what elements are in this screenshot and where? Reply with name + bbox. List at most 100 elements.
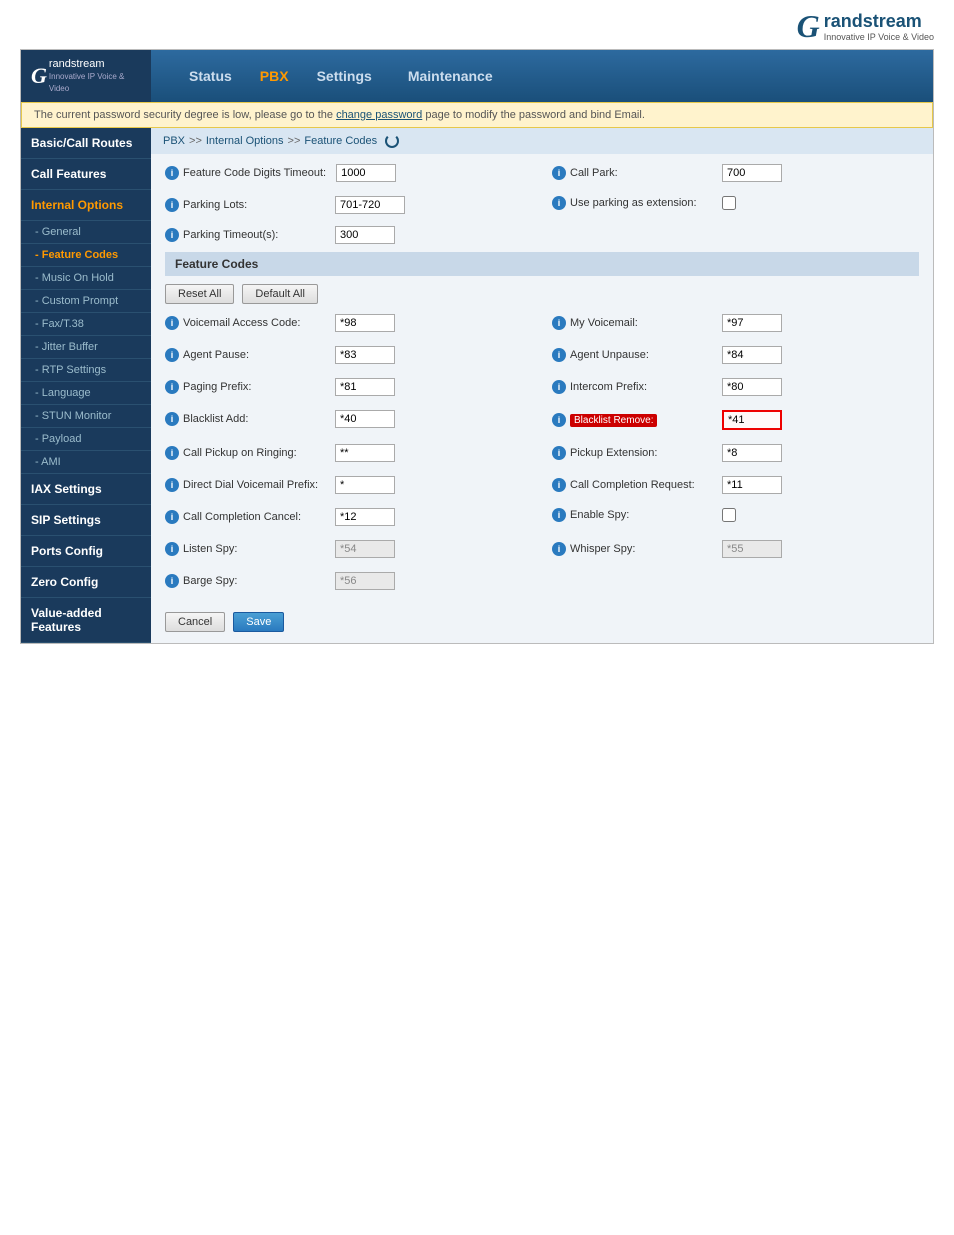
digits-timeout-input[interactable] bbox=[336, 164, 396, 182]
sidebar-item-language[interactable]: - Language bbox=[21, 382, 151, 405]
paging-prefix-input[interactable] bbox=[335, 378, 395, 396]
sidebar-item-call-features[interactable]: Call Features bbox=[21, 159, 151, 190]
alert-link[interactable]: change password bbox=[336, 109, 422, 121]
call-park-input[interactable] bbox=[722, 164, 782, 182]
agent-pause-label: Agent Pause: bbox=[183, 349, 249, 361]
tooltip-blacklist-remove[interactable]: i bbox=[552, 413, 566, 427]
intercom-prefix-label: Intercom Prefix: bbox=[570, 381, 647, 393]
sidebar-item-stun-monitor[interactable]: - STUN Monitor bbox=[21, 405, 151, 428]
sidebar: Basic/Call Routes Call Features Internal… bbox=[21, 128, 151, 643]
blacklist-remove-input[interactable] bbox=[722, 410, 782, 430]
direct-dial-voicemail-label: Direct Dial Voicemail Prefix: bbox=[183, 479, 318, 491]
sidebar-item-jitter-buffer[interactable]: - Jitter Buffer bbox=[21, 336, 151, 359]
agent-unpause-label: Agent Unpause: bbox=[570, 349, 649, 361]
my-voicemail-input[interactable] bbox=[722, 314, 782, 332]
tooltip-icon-use-parking[interactable]: i bbox=[552, 196, 566, 210]
call-completion-cancel-label: Call Completion Cancel: bbox=[183, 511, 301, 523]
breadcrumb: PBX >> Internal Options >> Feature Codes bbox=[151, 128, 933, 154]
alert-text2: page to modify the password and bind Ema… bbox=[425, 109, 645, 121]
tooltip-pickup-extension[interactable]: i bbox=[552, 446, 566, 460]
voicemail-access-input[interactable] bbox=[335, 314, 395, 332]
top-logo: G randstream Innovative IP Voice & Video bbox=[797, 8, 934, 45]
call-pickup-ringing-label: Call Pickup on Ringing: bbox=[183, 447, 297, 459]
sidebar-item-basic-call-routes[interactable]: Basic/Call Routes bbox=[21, 128, 151, 159]
tooltip-enable-spy[interactable]: i bbox=[552, 508, 566, 522]
tooltip-icon-parking-lots[interactable]: i bbox=[165, 198, 179, 212]
tooltip-icon-digits-timeout[interactable]: i bbox=[165, 166, 179, 180]
sidebar-item-fax-t38[interactable]: - Fax/T.38 bbox=[21, 313, 151, 336]
tooltip-my-voicemail[interactable]: i bbox=[552, 316, 566, 330]
sidebar-item-zero-config[interactable]: Zero Config bbox=[21, 567, 151, 598]
agent-pause-input[interactable] bbox=[335, 346, 395, 364]
tooltip-listen-spy[interactable]: i bbox=[165, 542, 179, 556]
nav-maintenance[interactable]: Maintenance bbox=[390, 54, 511, 98]
tooltip-call-pickup-ringing[interactable]: i bbox=[165, 446, 179, 460]
header-logo: G randstreamInnovative IP Voice & Video bbox=[21, 50, 151, 102]
header-logo-text: randstreamInnovative IP Voice & Video bbox=[49, 58, 141, 94]
default-all-button[interactable]: Default All bbox=[242, 284, 318, 304]
sidebar-item-general[interactable]: - General bbox=[21, 221, 151, 244]
tooltip-direct-dial-voicemail[interactable]: i bbox=[165, 478, 179, 492]
tooltip-agent-unpause[interactable]: i bbox=[552, 348, 566, 362]
sidebar-item-custom-prompt[interactable]: - Custom Prompt bbox=[21, 290, 151, 313]
blacklist-add-label: Blacklist Add: bbox=[183, 413, 248, 425]
call-completion-request-input[interactable] bbox=[722, 476, 782, 494]
tooltip-barge-spy[interactable]: i bbox=[165, 574, 179, 588]
tooltip-whisper-spy[interactable]: i bbox=[552, 542, 566, 556]
nav-status[interactable]: Status bbox=[171, 54, 250, 98]
call-pickup-ringing-input[interactable] bbox=[335, 444, 395, 462]
parking-timeout-input[interactable] bbox=[335, 226, 395, 244]
tooltip-paging-prefix[interactable]: i bbox=[165, 380, 179, 394]
nav-pbx[interactable]: PBX bbox=[250, 54, 299, 98]
whisper-spy-label: Whisper Spy: bbox=[570, 543, 635, 555]
tooltip-intercom-prefix[interactable]: i bbox=[552, 380, 566, 394]
digits-timeout-label: Feature Code Digits Timeout: bbox=[183, 167, 326, 179]
call-park-label: Call Park: bbox=[570, 167, 618, 179]
sidebar-item-ports-config[interactable]: Ports Config bbox=[21, 536, 151, 567]
barge-spy-input[interactable] bbox=[335, 572, 395, 590]
tooltip-call-completion-request[interactable]: i bbox=[552, 478, 566, 492]
sidebar-item-internal-options[interactable]: Internal Options bbox=[21, 190, 151, 221]
whisper-spy-input[interactable] bbox=[722, 540, 782, 558]
parking-lots-input[interactable] bbox=[335, 196, 405, 214]
listen-spy-input[interactable] bbox=[335, 540, 395, 558]
tooltip-agent-pause[interactable]: i bbox=[165, 348, 179, 362]
sidebar-item-value-added-features[interactable]: Value-added Features bbox=[21, 598, 151, 643]
sidebar-item-rtp-settings[interactable]: - RTP Settings bbox=[21, 359, 151, 382]
sidebar-item-sip-settings[interactable]: SIP Settings bbox=[21, 505, 151, 536]
intercom-prefix-input[interactable] bbox=[722, 378, 782, 396]
tooltip-icon-parking-timeout[interactable]: i bbox=[165, 228, 179, 242]
nav-settings[interactable]: Settings bbox=[299, 54, 390, 98]
sidebar-item-music-on-hold[interactable]: - Music On Hold bbox=[21, 267, 151, 290]
main-panel: PBX >> Internal Options >> Feature Codes… bbox=[151, 128, 933, 643]
call-completion-request-label: Call Completion Request: bbox=[570, 479, 695, 491]
breadcrumb-internal-options[interactable]: Internal Options bbox=[206, 135, 284, 147]
direct-dial-voicemail-input[interactable] bbox=[335, 476, 395, 494]
header-nav: G randstreamInnovative IP Voice & Video … bbox=[21, 50, 933, 102]
sidebar-item-feature-codes[interactable]: - Feature Codes bbox=[21, 244, 151, 267]
refresh-icon[interactable] bbox=[385, 134, 399, 148]
paging-prefix-label: Paging Prefix: bbox=[183, 381, 251, 393]
blacklist-add-input[interactable] bbox=[335, 410, 395, 428]
use-parking-checkbox[interactable] bbox=[722, 196, 736, 210]
agent-unpause-input[interactable] bbox=[722, 346, 782, 364]
sidebar-item-ami[interactable]: - AMI bbox=[21, 451, 151, 474]
sidebar-item-iax-settings[interactable]: IAX Settings bbox=[21, 474, 151, 505]
save-button[interactable]: Save bbox=[233, 612, 284, 632]
pickup-extension-input[interactable] bbox=[722, 444, 782, 462]
call-completion-cancel-input[interactable] bbox=[335, 508, 395, 526]
sidebar-item-payload[interactable]: - Payload bbox=[21, 428, 151, 451]
tooltip-call-completion-cancel[interactable]: i bbox=[165, 510, 179, 524]
pickup-extension-label: Pickup Extension: bbox=[570, 447, 657, 459]
tooltip-voicemail-access[interactable]: i bbox=[165, 316, 179, 330]
use-parking-label: Use parking as extension: bbox=[570, 197, 697, 209]
breadcrumb-feature-codes: Feature Codes bbox=[304, 135, 377, 147]
enable-spy-checkbox[interactable] bbox=[722, 508, 736, 522]
tooltip-blacklist-add[interactable]: i bbox=[165, 412, 179, 426]
tooltip-icon-call-park[interactable]: i bbox=[552, 166, 566, 180]
feature-codes-header: Feature Codes bbox=[165, 252, 919, 276]
reset-all-button[interactable]: Reset All bbox=[165, 284, 234, 304]
breadcrumb-pbx[interactable]: PBX bbox=[163, 135, 185, 147]
cancel-button[interactable]: Cancel bbox=[165, 612, 225, 632]
alert-bar: The current password security degree is … bbox=[21, 102, 933, 128]
